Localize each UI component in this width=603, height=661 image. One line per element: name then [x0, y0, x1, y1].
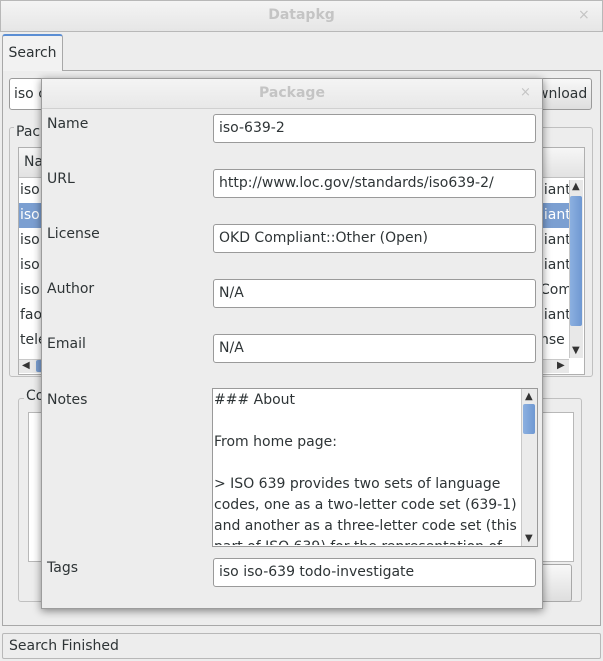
author-field[interactable]: N/A: [213, 279, 536, 308]
scroll-down-icon[interactable]: ▼: [525, 534, 533, 544]
package-list-scroll-thumb[interactable]: [570, 196, 582, 326]
package-license-cell: Comp: [540, 282, 570, 298]
scroll-up-icon[interactable]: ▲: [572, 182, 580, 192]
status-bar: Search Finished: [2, 633, 601, 659]
email-field[interactable]: N/A: [213, 334, 536, 363]
url-label: URL: [47, 171, 75, 187]
scroll-up-icon[interactable]: ▲: [525, 392, 533, 402]
notes-text[interactable]: ### About From home page: > ISO 639 prov…: [214, 390, 520, 545]
action-button[interactable]: [540, 564, 572, 602]
email-label: Email: [47, 336, 86, 352]
window-title: Datapkg: [268, 7, 335, 23]
package-name: iso: [20, 182, 40, 198]
package-name: iso: [20, 282, 40, 298]
name-label: Name: [47, 116, 89, 132]
package-license-cell: liant: [540, 182, 570, 198]
tab-search[interactable]: Search: [2, 34, 63, 71]
notes-label: Notes: [47, 392, 88, 408]
package-name: iso: [20, 207, 40, 223]
package-license-cell: liant: [540, 232, 570, 248]
scroll-down-icon[interactable]: ▼: [572, 346, 580, 356]
package-name: iso: [20, 257, 40, 273]
package-name: iso: [20, 232, 40, 248]
notes-scroll-thumb[interactable]: [523, 404, 535, 434]
url-field[interactable]: http://www.loc.gov/standards/iso639-2/: [213, 169, 536, 198]
tags-field[interactable]: iso iso-639 todo-investigate: [213, 558, 536, 587]
status-text: Search Finished: [9, 638, 119, 654]
package-license-cell: liant: [540, 207, 570, 223]
package-name: fao: [20, 307, 43, 323]
package-license-cell: liant: [540, 257, 570, 273]
name-field[interactable]: iso-639-2: [213, 114, 536, 143]
tags-label: Tags: [47, 560, 78, 576]
scroll-left-icon[interactable]: ◀: [22, 361, 30, 371]
window-close-icon[interactable]: ×: [578, 7, 590, 23]
package-license-cell: liant: [540, 307, 570, 323]
author-label: Author: [47, 281, 95, 297]
license-field[interactable]: OKD Compliant::Other (Open): [213, 224, 536, 253]
dialog-title: Package: [259, 85, 325, 101]
license-label: License: [47, 226, 100, 242]
dialog-close-icon[interactable]: ×: [520, 85, 531, 100]
scroll-right-icon[interactable]: ▶: [557, 361, 565, 371]
package-license-cell: nse: [540, 332, 565, 348]
